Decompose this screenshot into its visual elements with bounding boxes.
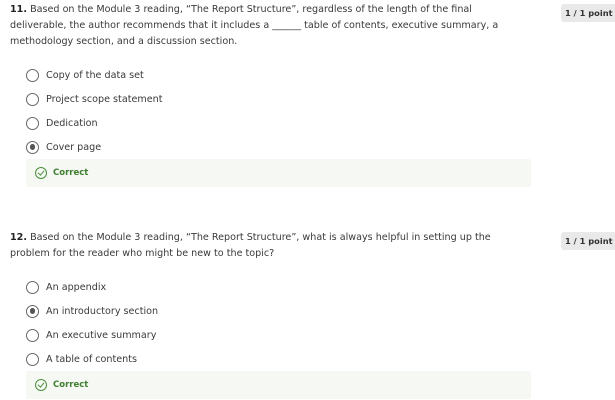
option-label: A table of contents	[46, 353, 137, 365]
radio-button[interactable]	[26, 328, 39, 342]
option-an-appendix[interactable]: An appendix	[26, 275, 158, 299]
radio-button[interactable]	[26, 116, 39, 130]
question-text: 12. Based on the Module 3 reading, “The …	[10, 230, 530, 262]
feedback-correct: Correct	[26, 159, 531, 187]
question-number: 11.	[10, 4, 27, 15]
option-an-introductory-section[interactable]: An introductory section	[26, 299, 158, 323]
option-a-table-of-contents[interactable]: A table of contents	[26, 347, 158, 371]
option-label: Copy of the data set	[46, 69, 144, 81]
radio-button[interactable]	[26, 140, 39, 154]
option-label: Cover page	[46, 141, 102, 153]
option-label: Project scope statement	[46, 93, 163, 105]
option-copy-of-data-set[interactable]: Copy of the data set	[26, 63, 162, 87]
question-text: 11. Based on the Module 3 reading, “The …	[10, 2, 530, 50]
question-prompt: Based on the Module 3 reading, “The Repo…	[10, 4, 499, 47]
answer-options: An appendix An introductory section An e…	[26, 275, 158, 371]
points-badge: 1 / 1 point	[561, 4, 615, 22]
feedback-correct: Correct	[26, 371, 531, 399]
option-dedication[interactable]: Dedication	[26, 111, 162, 135]
option-an-executive-summary[interactable]: An executive summary	[26, 323, 158, 347]
question-prompt: Based on the Module 3 reading, “The Repo…	[10, 232, 491, 259]
option-label: An introductory section	[46, 305, 159, 317]
radio-button[interactable]	[26, 304, 39, 318]
option-cover-page[interactable]: Cover page	[26, 135, 162, 159]
option-label: Dedication	[46, 117, 98, 129]
points-badge: 1 / 1 point	[561, 232, 615, 250]
answer-options: Copy of the data set Project scope state…	[26, 63, 162, 159]
radio-button[interactable]	[26, 68, 39, 82]
option-label: An executive summary	[46, 329, 157, 341]
option-project-scope-statement[interactable]: Project scope statement	[26, 87, 162, 111]
option-label: An appendix	[46, 281, 107, 293]
feedback-label: Correct	[53, 168, 89, 178]
question-number: 12.	[10, 232, 27, 243]
radio-button[interactable]	[26, 280, 39, 294]
check-circle-icon	[35, 167, 47, 179]
radio-button[interactable]	[26, 92, 39, 106]
check-circle-icon	[35, 379, 47, 391]
radio-button[interactable]	[26, 352, 39, 366]
feedback-label: Correct	[53, 380, 89, 390]
